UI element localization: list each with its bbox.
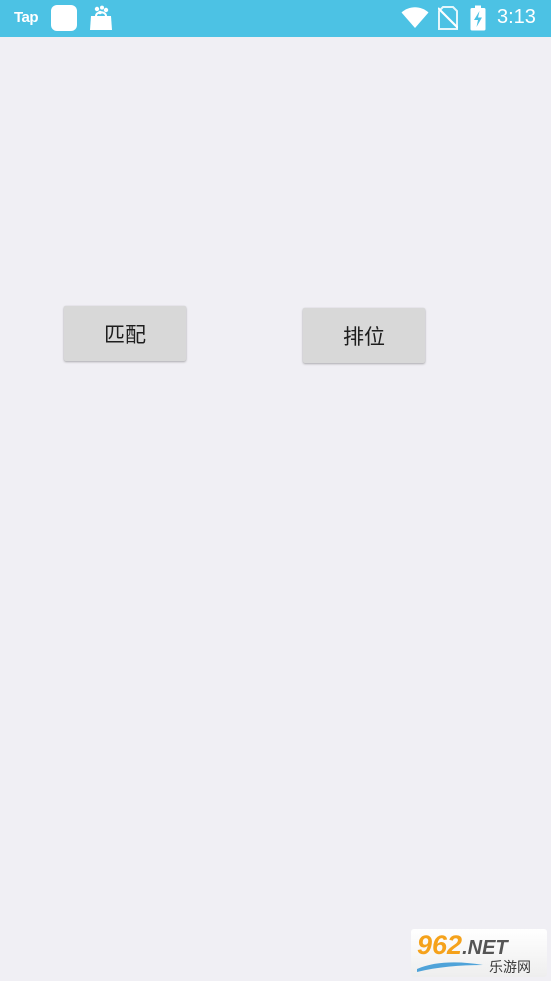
app-square-icon <box>51 5 77 31</box>
no-sim-icon <box>438 6 458 30</box>
wifi-icon <box>401 7 429 28</box>
main-content: 匹配 排位 <box>0 37 551 981</box>
shopping-bag-icon <box>90 5 112 30</box>
watermark-suffix: .NET <box>462 937 508 959</box>
swoosh-icon <box>417 962 483 972</box>
watermark-number: 962 <box>417 930 463 960</box>
match-button[interactable]: 匹配 <box>64 306 186 361</box>
battery-charging-icon <box>470 5 486 31</box>
watermark-logo: 962.NET 乐游网 <box>411 929 547 977</box>
watermark-site-name: 乐游网 <box>489 960 531 976</box>
tap-logo: Tap <box>14 9 39 26</box>
clock: 3:13 <box>497 6 536 28</box>
rank-button[interactable]: 排位 <box>303 308 425 363</box>
status-bar: Tap 3:13 <box>0 0 551 37</box>
